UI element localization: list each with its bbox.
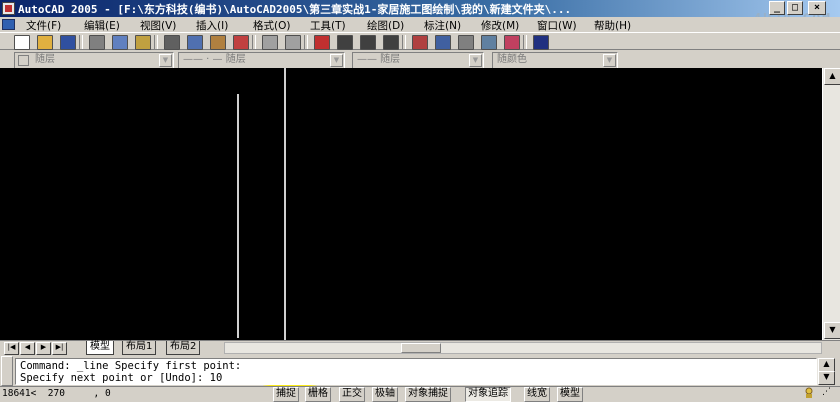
layout-tabs-bar: |◀ ◀ ▶ ▶| 模型 布局1 布局2 bbox=[0, 340, 840, 355]
command-scrollbar[interactable]: ▲ ▼ bbox=[817, 358, 835, 385]
command-input-line[interactable]: Specify next point or [Undo]: 10 bbox=[20, 372, 222, 384]
resize-grip-icon[interactable]: ⋰ bbox=[822, 387, 838, 399]
help-icon[interactable] bbox=[533, 35, 549, 50]
new-icon[interactable] bbox=[14, 35, 30, 50]
color-swatch-icon bbox=[18, 55, 29, 66]
toolbar-separator bbox=[79, 35, 83, 49]
chevron-down-icon[interactable]: ▼ bbox=[330, 54, 343, 67]
menu-bar: 文件(F) 编辑(E) 视图(V) 插入(I) 格式(O) 工具(T) 绘图(D… bbox=[0, 17, 840, 32]
scroll-down-icon[interactable]: ▼ bbox=[818, 371, 835, 385]
design-center-icon[interactable] bbox=[435, 35, 451, 50]
zoom-window-icon[interactable] bbox=[360, 35, 376, 50]
toolbar-separator bbox=[252, 35, 256, 49]
command-window[interactable]: Command: _line Specify first point: Spec… bbox=[15, 358, 817, 385]
save-icon[interactable] bbox=[60, 35, 76, 50]
title-bar[interactable]: AutoCAD 2005 - [F:\东方科技(编书)\AutoCAD2005\… bbox=[0, 0, 840, 27]
chevron-down-icon[interactable]: ▼ bbox=[603, 54, 616, 67]
comm-center-icon[interactable] bbox=[804, 387, 818, 399]
toolbar-separator bbox=[154, 35, 158, 49]
lineweight-value: —— 随层 bbox=[357, 54, 401, 65]
menu-file[interactable]: 文件(F) bbox=[26, 18, 61, 33]
plotstyle-value: 随颜色 bbox=[497, 54, 527, 65]
plot-preview-icon[interactable] bbox=[112, 35, 128, 50]
menu-dimension[interactable]: 标注(N) bbox=[424, 18, 461, 33]
menu-format[interactable]: 格式(O) bbox=[253, 18, 290, 33]
scroll-up-icon[interactable]: ▲ bbox=[818, 358, 835, 372]
copy-icon[interactable] bbox=[187, 35, 203, 50]
calculator-icon[interactable] bbox=[504, 35, 520, 50]
standard-toolbar bbox=[0, 32, 840, 50]
linetype-control[interactable]: —— · — 随层 ▼ bbox=[178, 52, 345, 69]
autocad-app-icon[interactable] bbox=[2, 2, 15, 15]
prev-tab-icon[interactable]: ◀ bbox=[20, 342, 35, 355]
chevron-down-icon[interactable]: ▼ bbox=[469, 54, 482, 67]
crosshair-cursor bbox=[284, 68, 286, 340]
drawn-line[interactable] bbox=[237, 94, 239, 338]
properties-icon[interactable] bbox=[412, 35, 428, 50]
menu-modify[interactable]: 修改(M) bbox=[481, 18, 519, 33]
menu-edit[interactable]: 编辑(E) bbox=[84, 18, 120, 33]
zoom-realtime-icon[interactable] bbox=[337, 35, 353, 50]
vertical-scrollbar[interactable]: ▲ ▼ bbox=[822, 68, 840, 340]
layer-control[interactable]: 随层 ▼ bbox=[14, 52, 174, 69]
publish-icon[interactable] bbox=[135, 35, 151, 50]
print-icon[interactable] bbox=[89, 35, 105, 50]
toolbar-separator bbox=[523, 35, 527, 49]
cut-icon[interactable] bbox=[164, 35, 180, 50]
minimize-button[interactable]: _ bbox=[769, 1, 785, 15]
tab-layout2[interactable]: 布局2 bbox=[166, 341, 201, 355]
scroll-up-icon[interactable]: ▲ bbox=[824, 68, 840, 85]
linetype-value: —— · — 随层 bbox=[183, 54, 246, 65]
lineweight-control[interactable]: —— 随层 ▼ bbox=[352, 52, 484, 69]
command-window-grip[interactable] bbox=[1, 356, 13, 386]
horizontal-scrollbar[interactable] bbox=[224, 342, 822, 354]
scroll-thumb[interactable] bbox=[401, 343, 441, 353]
redo-icon[interactable] bbox=[285, 35, 301, 50]
zoom-previous-icon[interactable] bbox=[383, 35, 399, 50]
tool-palettes-icon[interactable] bbox=[458, 35, 474, 50]
menu-draw[interactable]: 绘图(D) bbox=[367, 18, 404, 33]
menu-insert[interactable]: 插入(I) bbox=[196, 18, 228, 33]
maximize-button[interactable]: □ bbox=[787, 1, 803, 15]
close-button[interactable]: × bbox=[808, 1, 826, 15]
menu-tools[interactable]: 工具(T) bbox=[310, 18, 346, 33]
menu-view[interactable]: 视图(V) bbox=[140, 18, 176, 33]
status-bar: 18641< 270 , 0 捕捉 栅格 正交 极轴 对象捕捉 对象追踪 线宽 … bbox=[0, 386, 840, 402]
markup-icon[interactable] bbox=[481, 35, 497, 50]
first-tab-icon[interactable]: |◀ bbox=[4, 342, 19, 355]
plotstyle-control[interactable]: 随颜色 ▼ bbox=[492, 52, 618, 69]
scroll-down-icon[interactable]: ▼ bbox=[824, 322, 840, 339]
next-tab-icon[interactable]: ▶ bbox=[36, 342, 51, 355]
window-title: AutoCAD 2005 - [F:\东方科技(编书)\AutoCAD2005\… bbox=[18, 3, 572, 16]
menu-help[interactable]: 帮助(H) bbox=[594, 18, 631, 33]
chevron-down-icon[interactable]: ▼ bbox=[159, 54, 172, 67]
command-history-line: Command: _line Specify first point: bbox=[20, 360, 242, 372]
drawing-canvas[interactable] bbox=[0, 68, 822, 340]
toolbar-separator bbox=[402, 35, 406, 49]
tab-model[interactable]: 模型 bbox=[86, 341, 114, 355]
open-icon[interactable] bbox=[37, 35, 53, 50]
menu-window[interactable]: 窗口(W) bbox=[537, 18, 577, 33]
document-icon[interactable] bbox=[2, 19, 15, 30]
undo-icon[interactable] bbox=[262, 35, 278, 50]
layer-value: 随层 bbox=[35, 54, 55, 65]
paste-icon[interactable] bbox=[210, 35, 226, 50]
pan-icon[interactable] bbox=[314, 35, 330, 50]
last-tab-icon[interactable]: ▶| bbox=[52, 342, 67, 355]
coordinate-readout[interactable]: 18641< 270 , 0 bbox=[2, 388, 111, 399]
match-properties-icon[interactable] bbox=[233, 35, 249, 50]
properties-toolbar: 随层 ▼ —— · — 随层 ▼ —— 随层 ▼ 随颜色 ▼ bbox=[0, 51, 840, 69]
toolbar-separator bbox=[304, 35, 308, 49]
tab-layout1[interactable]: 布局1 bbox=[122, 341, 157, 355]
